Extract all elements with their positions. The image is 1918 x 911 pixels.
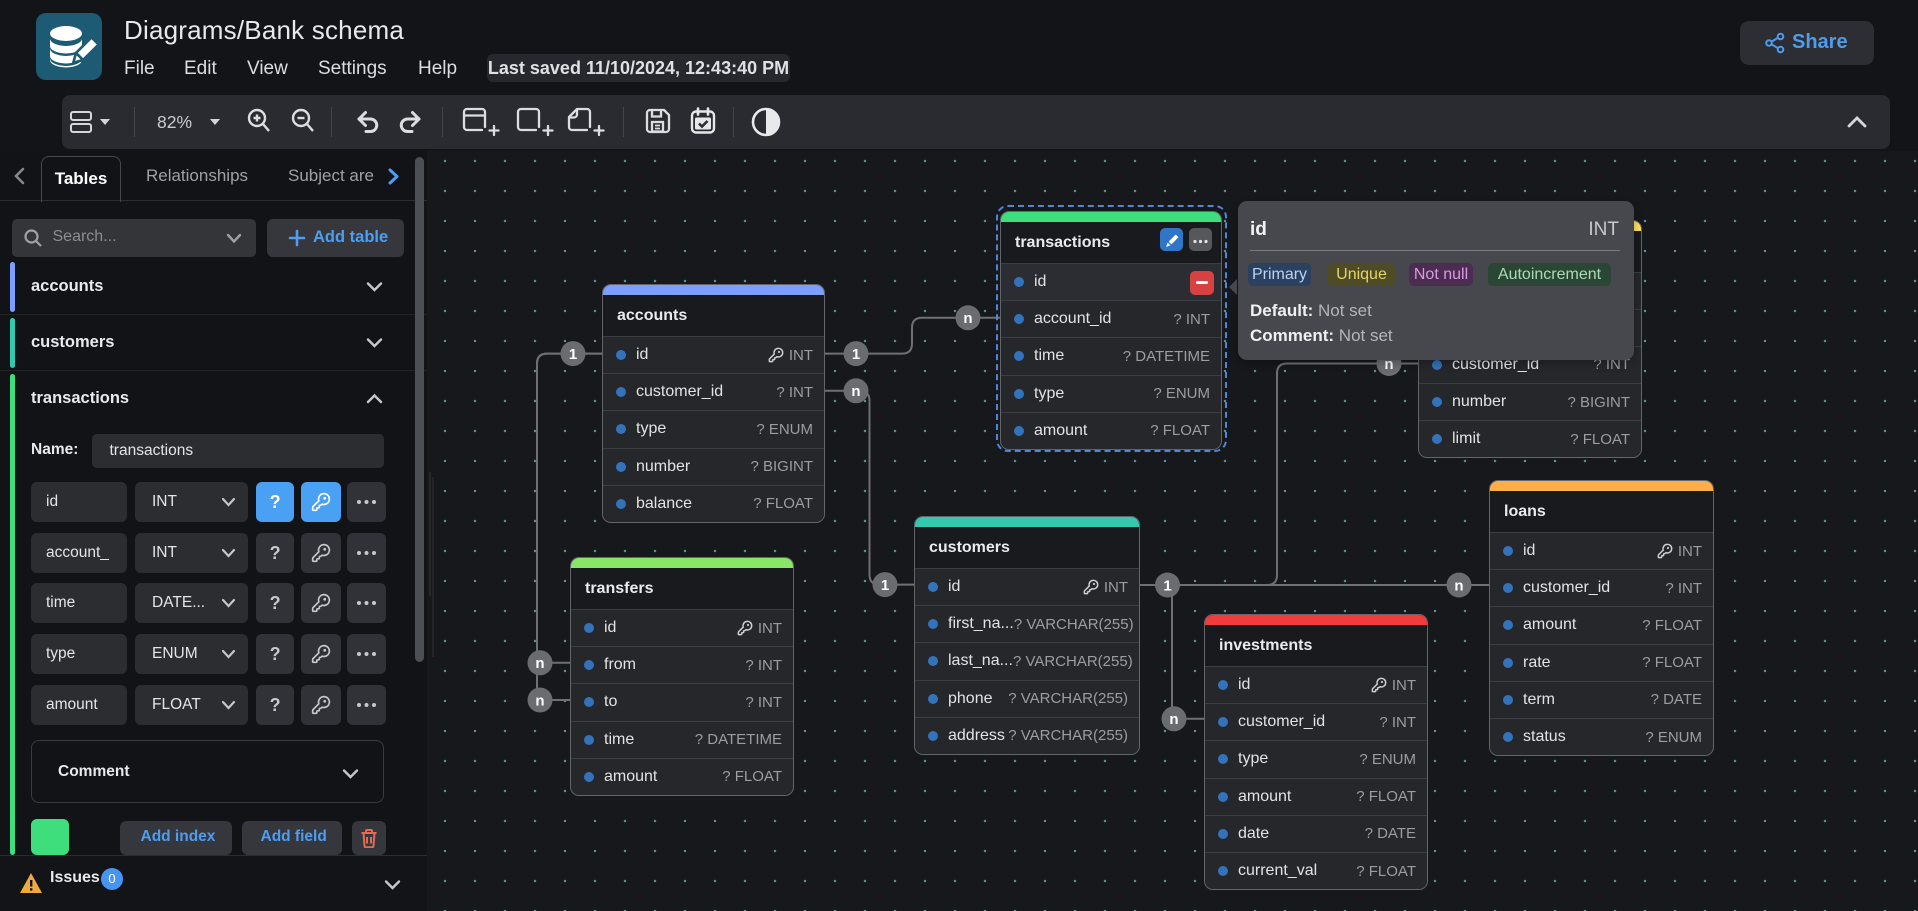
svg-text:n: n [963, 310, 972, 327]
svg-text:n: n [1169, 711, 1178, 728]
svg-text:n: n [535, 655, 544, 672]
svg-text:1: 1 [1163, 577, 1171, 594]
svg-text:n: n [1454, 577, 1463, 594]
svg-text:n: n [535, 692, 544, 709]
svg-text:1: 1 [881, 577, 889, 594]
svg-text:1: 1 [569, 346, 577, 363]
svg-text:n: n [851, 383, 860, 400]
svg-text:1: 1 [852, 346, 860, 363]
